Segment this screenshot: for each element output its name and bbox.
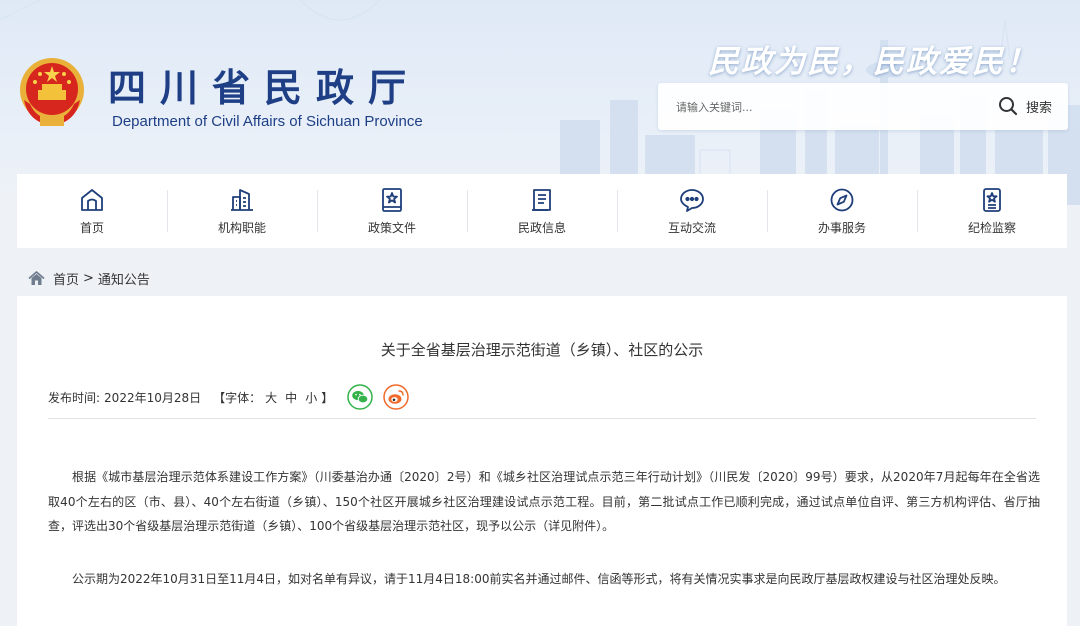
nav-label: 首页 bbox=[79, 221, 104, 235]
policy-book-icon bbox=[382, 188, 402, 212]
font-size-medium[interactable]: 中 bbox=[285, 389, 297, 406]
publish-date: 2022年10月28日 bbox=[104, 390, 202, 405]
search-button[interactable]: 搜索 bbox=[998, 93, 1052, 119]
article-title: 关于全省基层治理示范街道（乡镇）、社区的公示 bbox=[380, 341, 704, 359]
search-button-label: 搜索 bbox=[1025, 100, 1052, 116]
home-icon bbox=[28, 270, 45, 285]
divider bbox=[48, 418, 1036, 419]
article-meta: 发布时间: 2022年10月28日 【字体： 大 中 小 】 bbox=[48, 384, 409, 410]
national-emblem-logo bbox=[20, 58, 84, 126]
building-icon bbox=[231, 189, 253, 211]
breadcrumb-separator: > bbox=[83, 270, 94, 286]
nav-item-civil-info[interactable]: 民政信息 bbox=[467, 174, 617, 248]
nav-label: 政策文件 bbox=[367, 221, 416, 235]
site-subtitle: Department of Civil Affairs of Sichuan P… bbox=[112, 113, 423, 130]
compass-icon bbox=[830, 188, 854, 212]
article-paragraph: 公示期为2022年10月31日至11月4日，如对名单有异议，请于11月4日18:… bbox=[72, 572, 1006, 586]
nav-label: 办事服务 bbox=[817, 221, 866, 235]
site-title: 四川省民政厅 bbox=[108, 65, 421, 110]
nav-item-services[interactable]: 办事服务 bbox=[767, 174, 917, 248]
home-icon bbox=[81, 189, 103, 211]
breadcrumb-current-link[interactable]: 通知公告 bbox=[98, 269, 150, 288]
nav-item-interaction[interactable]: 互动交流 bbox=[617, 174, 767, 248]
nav-label: 民政信息 bbox=[517, 221, 566, 235]
font-size-label: 【字体： bbox=[213, 390, 262, 405]
font-size-close: 】 bbox=[321, 390, 334, 405]
font-size-large[interactable]: 大 bbox=[265, 389, 277, 406]
nav-label: 机构职能 bbox=[217, 221, 266, 235]
nav-item-home[interactable]: 首页 bbox=[17, 174, 167, 248]
chat-icon bbox=[680, 189, 704, 212]
document-icon bbox=[532, 189, 551, 211]
search-input[interactable] bbox=[674, 93, 968, 121]
main-nav: 首页 机构职能 政策文件 民政信息 互动交流 办事服务 纪检监察 bbox=[17, 174, 1067, 248]
article-panel: 关于全省基层治理示范街道（乡镇）、社区的公示 发布时间: 2022年10月28日… bbox=[17, 296, 1067, 626]
nav-item-discipline[interactable]: 纪检监察 bbox=[917, 174, 1067, 248]
search-box: 搜索 bbox=[658, 83, 1068, 130]
nav-label: 纪检监察 bbox=[967, 221, 1016, 235]
article-paragraph: 根据《城市基层治理示范体系建设工作方案》（川委基治办通〔2020〕2号）和《城乡… bbox=[48, 470, 1040, 533]
search-icon bbox=[998, 97, 1018, 116]
slogan: 民政为民，民政爱民！ bbox=[708, 44, 1038, 80]
breadcrumb-home-link[interactable]: 首页 bbox=[53, 269, 79, 288]
nav-label: 互动交流 bbox=[667, 221, 716, 235]
font-size-small[interactable]: 小 bbox=[305, 389, 317, 406]
breadcrumb: 首页 > 通知公告 bbox=[28, 268, 150, 288]
share-buttons bbox=[347, 384, 409, 410]
badge-icon bbox=[983, 188, 1001, 212]
wechat-icon[interactable] bbox=[347, 384, 373, 410]
nav-item-organization[interactable]: 机构职能 bbox=[167, 174, 317, 248]
nav-item-policy[interactable]: 政策文件 bbox=[317, 174, 467, 248]
publish-label: 发布时间: bbox=[48, 390, 101, 405]
weibo-icon[interactable] bbox=[383, 384, 409, 410]
